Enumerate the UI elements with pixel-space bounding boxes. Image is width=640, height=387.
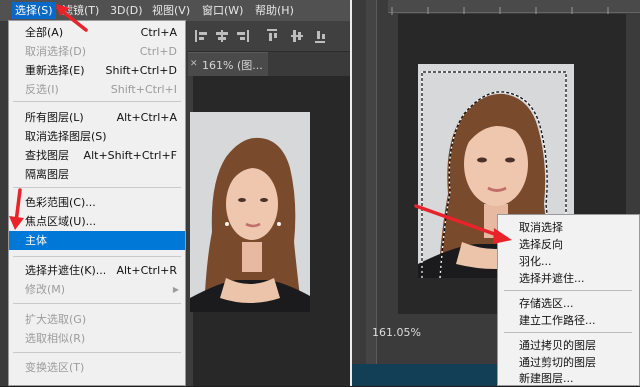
submenu-arrow-icon: ▶	[172, 285, 179, 294]
ctx-item-new-layer[interactable]: 新建图层...	[498, 370, 639, 387]
menu-3d[interactable]: 3D(D)	[110, 2, 143, 19]
menu-separator	[13, 101, 181, 102]
document-tab-label: 161% (图...	[202, 59, 263, 72]
menu-item-subject[interactable]: 主体	[9, 231, 185, 250]
menu-item-select-and-mask[interactable]: 选择并遮住(K)... Alt+Ctrl+R	[9, 261, 185, 280]
ctx-item-select-inverse[interactable]: 选择反向	[498, 236, 639, 253]
close-icon[interactable]: ✕	[190, 59, 198, 69]
context-menu: 取消选择 选择反向 羽化... 选择并遮住... 存储选区... 建立工作路径.…	[497, 214, 640, 386]
menu-separator	[13, 352, 181, 353]
menu-item-color-range[interactable]: 色彩范围(C)...	[9, 193, 185, 212]
menu-separator	[13, 256, 181, 257]
menu-view[interactable]: 视图(V)	[152, 2, 190, 19]
menu-separator	[13, 187, 181, 188]
menu-item-grow[interactable]: 扩大选取(G)	[9, 310, 185, 329]
align-icons	[195, 29, 325, 43]
menu-bar: 选择(S) 滤镜(T) 3D(D) 视图(V) 窗口(W) 帮助(H)	[0, 0, 350, 21]
menu-item-reselect[interactable]: 重新选择(E) Shift+Ctrl+D	[9, 61, 185, 80]
menu-separator	[13, 303, 181, 304]
menu-separator	[504, 332, 632, 333]
menu-item-focus-area[interactable]: 焦点区域(U)...	[9, 212, 185, 231]
horizontal-ruler	[388, 0, 640, 15]
menu-window[interactable]: 窗口(W)	[202, 2, 243, 19]
menu-item-deselect[interactable]: 取消选择(D) Ctrl+D	[9, 42, 185, 61]
menu-item-modify[interactable]: 修改(M) ▶	[9, 280, 185, 299]
ctx-item-deselect[interactable]: 取消选择	[498, 219, 639, 236]
portrait-photo	[190, 112, 310, 312]
document-tab[interactable]: ✕ 161% (图...	[188, 52, 268, 77]
ctx-item-layer-via-cut[interactable]: 通过剪切的图层	[498, 354, 639, 371]
menu-item-isolate-layers[interactable]: 隔离图层	[9, 165, 185, 184]
options-bar	[187, 21, 350, 52]
menu-item-all[interactable]: 全部(A) Ctrl+A	[9, 23, 185, 42]
menu-item-all-layers[interactable]: 所有图层(L) Alt+Ctrl+A	[9, 108, 185, 127]
menu-item-find-layers[interactable]: 查找图层 Alt+Shift+Ctrl+F	[9, 146, 185, 165]
menu-item-transform-selection[interactable]: 变换选区(T)	[9, 358, 185, 377]
menu-filter[interactable]: 滤镜(T)	[62, 2, 99, 19]
ctx-item-save-selection[interactable]: 存储选区...	[498, 295, 639, 312]
menu-item-inverse[interactable]: 反选(I) Shift+Ctrl+I	[9, 80, 185, 99]
select-menu-dropdown: 全部(A) Ctrl+A 取消选择(D) Ctrl+D 重新选择(E) Shift+C…	[8, 20, 186, 386]
menu-help[interactable]: 帮助(H)	[255, 2, 294, 19]
left-screenshot: 选择(S) 滤镜(T) 3D(D) 视图(V) 窗口(W) 帮助(H) ✕ 16…	[0, 0, 350, 386]
ctx-item-select-and-mask[interactable]: 选择并遮住...	[498, 270, 639, 287]
menu-separator	[504, 290, 632, 291]
zoom-level: 161.05%	[372, 326, 421, 339]
ctx-item-feather[interactable]: 羽化...	[498, 253, 639, 270]
menu-item-similar[interactable]: 选取相似(R)	[9, 329, 185, 348]
menu-select[interactable]: 选择(S)	[12, 2, 56, 19]
menu-item-deselect-layers[interactable]: 取消选择图层(S)	[9, 127, 185, 146]
ctx-item-layer-via-copy[interactable]: 通过拷贝的图层	[498, 337, 639, 354]
ctx-item-make-work-path[interactable]: 建立工作路径...	[498, 312, 639, 329]
